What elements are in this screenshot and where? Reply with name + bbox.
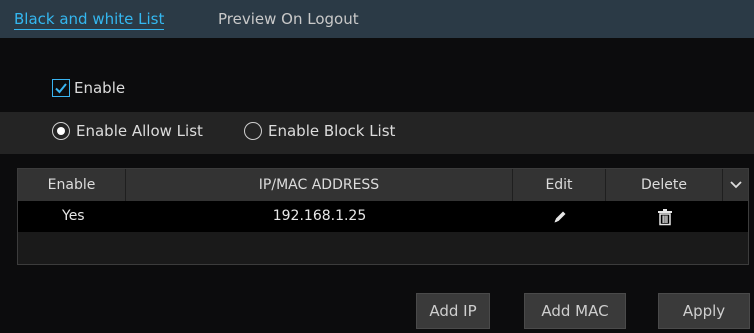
column-header-address: IP/MAC ADDRESS [126, 169, 513, 201]
tab-preview-on-logout[interactable]: Preview On Logout [218, 10, 359, 28]
radio-label-block: Enable Block List [268, 122, 396, 140]
enable-label: Enable [74, 79, 126, 97]
address-table: Enable IP/MAC ADDRESS Edit Delete Yes 19… [17, 168, 749, 265]
tab-bar: Black and white List Preview On Logout [0, 0, 754, 38]
apply-button[interactable]: Apply [658, 293, 750, 329]
radio-label-allow: Enable Allow List [76, 122, 203, 140]
column-header-enable: Enable [18, 169, 126, 201]
list-mode-group: Enable Allow List Enable Block List [0, 112, 754, 154]
enable-row: Enable [52, 77, 125, 99]
add-mac-button[interactable]: Add MAC [524, 293, 626, 329]
row-enable-value: Yes [62, 208, 85, 224]
table-row-empty [18, 232, 748, 264]
trash-icon [657, 208, 672, 225]
add-ip-button[interactable]: Add IP [416, 293, 490, 329]
radio-button-unselected[interactable] [244, 122, 262, 140]
check-icon [55, 83, 67, 94]
enable-checkbox[interactable] [52, 79, 70, 97]
row-address-value: 192.168.1.25 [272, 208, 367, 224]
table-row[interactable]: Yes 192.168.1.25 [18, 201, 748, 232]
pencil-icon [554, 211, 565, 222]
column-header-edit: Edit [513, 169, 606, 201]
tab-black-and-white-list[interactable]: Black and white List [14, 10, 165, 30]
radio-enable-allow-list[interactable]: Enable Allow List [52, 122, 203, 140]
chevron-down-icon[interactable] [723, 169, 748, 201]
radio-button-selected[interactable] [52, 122, 70, 140]
table-header: Enable IP/MAC ADDRESS Edit Delete [18, 169, 748, 201]
radio-enable-block-list[interactable]: Enable Block List [244, 122, 395, 140]
delete-button[interactable] [606, 201, 723, 232]
edit-button[interactable] [513, 201, 606, 232]
column-header-delete: Delete [606, 169, 723, 201]
